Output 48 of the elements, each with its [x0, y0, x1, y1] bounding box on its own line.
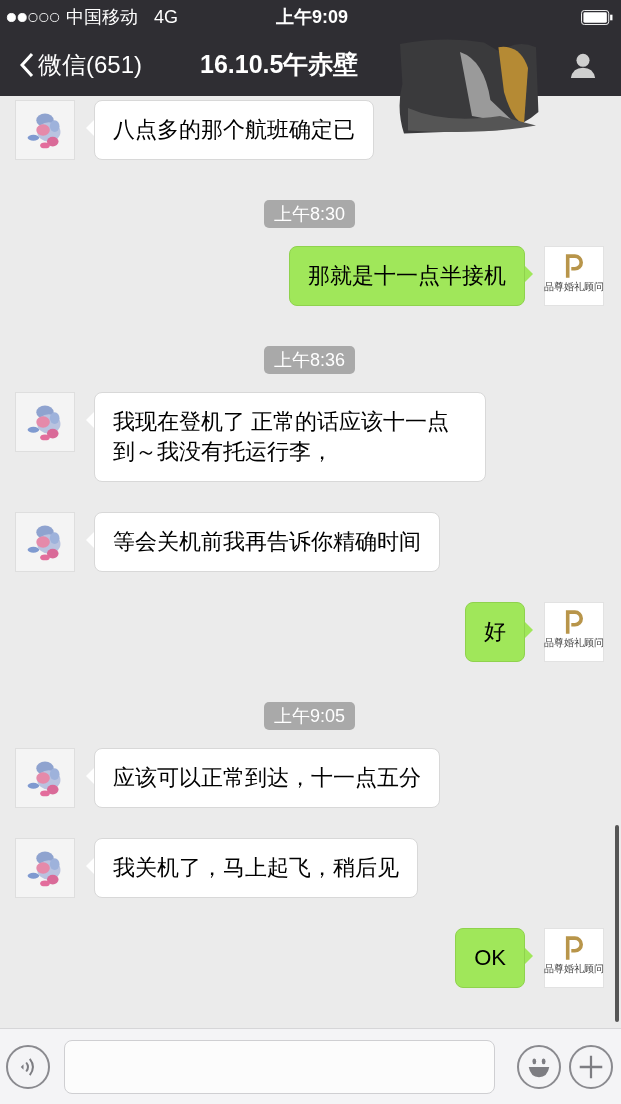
avatar[interactable] — [15, 100, 75, 160]
message-bubble: OK — [455, 928, 525, 988]
signal-icon — [6, 11, 60, 23]
bubble-tail — [86, 532, 94, 548]
bubble-tail — [86, 412, 94, 428]
bubble-tail — [86, 858, 94, 874]
carrier: 中国移动 — [66, 5, 138, 29]
avatar[interactable]: 品尊婚礼顾问 — [544, 602, 604, 662]
emoji-button[interactable] — [517, 1044, 561, 1089]
message-bubble: 那就是十一点半接机 — [289, 246, 525, 306]
logo-icon — [565, 935, 583, 961]
logo-icon — [565, 609, 583, 635]
bubble-tail — [525, 622, 533, 638]
message-bubble: 我关机了，马上起飞，稍后见 — [94, 838, 418, 898]
message-bubble: 我现在登机了 正常的话应该十一点到～我没有托运行李， — [94, 392, 486, 482]
clock: 上午9:09 — [276, 5, 349, 29]
avatar[interactable]: 品尊婚礼顾问 — [544, 928, 604, 988]
plus-icon — [578, 1053, 604, 1080]
back-button[interactable]: 微信(651) — [20, 47, 143, 83]
logo-name: 品尊婚礼顾问 — [544, 637, 604, 648]
bubble-tail — [525, 266, 533, 282]
bubble-tail — [525, 948, 533, 964]
logo-name: 品尊婚礼顾问 — [544, 963, 604, 974]
avatar[interactable]: 品尊婚礼顾问 — [544, 246, 604, 306]
logo-name: 品尊婚礼顾问 — [544, 281, 604, 292]
bubble-tail — [86, 768, 94, 784]
timestamp: 上午8:30 — [263, 200, 355, 228]
timestamp: 上午9:05 — [263, 702, 355, 730]
timestamp: 上午8:36 — [263, 346, 355, 374]
voice-icon — [19, 1055, 37, 1078]
message-bubble: 等会关机前我再告诉你精确时间 — [94, 512, 440, 572]
message-bubble: 八点多的那个航班确定已 — [94, 100, 374, 160]
battery-icon — [581, 9, 613, 25]
message-bubble: 好 — [465, 602, 525, 662]
chat-title: 16.10.5午赤壁 — [200, 49, 359, 81]
avatar[interactable] — [15, 392, 75, 452]
bubble-tail — [86, 120, 94, 136]
message-bubble: 应该可以正常到达，十一点五分 — [94, 748, 440, 808]
avatar[interactable] — [15, 838, 75, 898]
add-button[interactable] — [569, 1044, 613, 1089]
message-input[interactable] — [64, 1039, 495, 1094]
avatar[interactable] — [15, 748, 75, 808]
avatar[interactable] — [15, 512, 75, 572]
back-chevron-icon — [20, 52, 34, 78]
network-type: 4G — [154, 5, 178, 29]
voice-button[interactable] — [6, 1044, 50, 1089]
person-icon[interactable] — [569, 51, 597, 79]
logo-icon — [565, 253, 583, 279]
